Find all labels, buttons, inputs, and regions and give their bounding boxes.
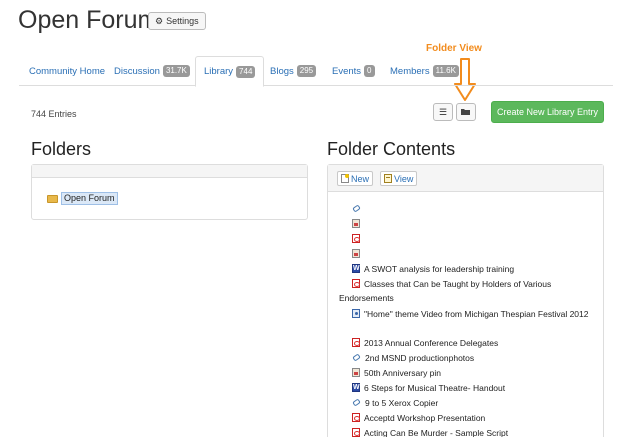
file-item[interactable] (339, 218, 601, 232)
folder-open-icon (461, 109, 470, 115)
file-item[interactable]: "Home" theme Video from Michigan Thespia… (339, 308, 601, 322)
file-item[interactable]: Classes that Can be Taught by Holders of… (339, 278, 601, 305)
file-name: 9 to 5 Xerox Copier (365, 398, 439, 408)
tab-community-home[interactable]: Community Home (21, 56, 113, 86)
folder-contents-panel: New View A SWOT analysis for leadership … (327, 164, 604, 437)
file-item[interactable]: 9 to 5 Xerox Copier (339, 397, 601, 411)
file-item[interactable]: Acceptd Workshop Presentation (339, 412, 601, 426)
tab-events[interactable]: Events 0 (324, 56, 383, 86)
count-badge: 744 (236, 65, 256, 78)
gear-icon: ⚙ (155, 16, 164, 26)
file-item[interactable] (339, 203, 601, 217)
contents-toolbar: New View (328, 165, 603, 192)
tab-label: Blogs (270, 65, 294, 77)
file-name: 2nd MSND productionphotos (365, 353, 475, 363)
file-name: 2013 Annual Conference Delegates (364, 338, 499, 348)
tab-library[interactable]: Library 744 (195, 56, 265, 87)
tab-label: Events (332, 65, 362, 77)
word-doc-icon (352, 381, 360, 395)
pdf-icon (352, 234, 360, 243)
settings-label: Settings (166, 16, 199, 26)
folder-contents-heading: Folder Contents (327, 139, 456, 159)
pdf-icon (352, 428, 360, 437)
tab-blogs[interactable]: Blogs 295 (262, 56, 324, 86)
link-icon (352, 398, 361, 407)
view-label: View (394, 173, 414, 184)
file-item[interactable]: 2013 Annual Conference Delegates (339, 337, 601, 351)
pdf-icon (352, 338, 360, 347)
tab-discussion[interactable]: Discussion 31.7K (106, 56, 198, 86)
file-name: A SWOT analysis for leadership training (364, 264, 515, 274)
folder-icon (47, 194, 58, 203)
file-item[interactable]: 2nd MSND productionphotos (339, 352, 601, 366)
image-file-icon (352, 368, 360, 377)
pdf-icon (352, 413, 360, 422)
view-button[interactable]: View (380, 171, 418, 186)
file-name: 6 Steps for Musical Theatre- Handout (364, 383, 506, 393)
folder-label: Open Forum (61, 192, 118, 205)
new-document-icon (341, 174, 349, 183)
count-badge: 295 (296, 65, 317, 77)
new-button[interactable]: New (337, 171, 374, 186)
view-document-icon (384, 174, 392, 183)
tab-label: Library (204, 66, 234, 77)
entries-count: 744 Entries (31, 109, 77, 119)
pdf-icon (352, 279, 360, 288)
count-badge: 0 (364, 65, 375, 77)
count-badge: 11.6K (432, 65, 459, 77)
file-item[interactable]: 50th Anniversary pin (339, 367, 601, 381)
word-doc-icon (352, 262, 360, 276)
page-title: Open Forum (18, 6, 159, 34)
settings-button[interactable]: ⚙ Settings (148, 12, 206, 30)
library-tabs: Community Home Discussion 31.7K Library … (19, 56, 613, 87)
folders-heading: Folders (31, 139, 92, 159)
folders-panel: Open Forum (31, 164, 308, 220)
tab-label: Discussion (114, 65, 160, 77)
folder-item-open-forum[interactable]: Open Forum (47, 192, 118, 205)
new-label: New (351, 173, 370, 184)
create-library-entry-button[interactable]: Create New Library Entry (491, 101, 604, 123)
tab-label: Members (390, 65, 430, 77)
file-item[interactable] (339, 233, 601, 247)
panel-header (32, 165, 307, 178)
file-name: "Home" theme Video from Michigan Thespia… (364, 309, 589, 319)
file-name: Classes that Can be Taught by Holders of… (339, 279, 552, 303)
link-icon (352, 204, 361, 213)
list-view-button[interactable]: ☰ (433, 103, 453, 121)
file-name: Acting Can Be Murder - Sample Script (364, 428, 509, 437)
link-icon (352, 353, 361, 362)
image-file-icon (352, 219, 360, 228)
file-item[interactable]: A SWOT analysis for leadership training (339, 262, 601, 277)
folder-view-annotation: Folder View (426, 43, 482, 54)
list-icon: ☰ (438, 106, 448, 117)
video-file-icon (352, 309, 360, 318)
file-name: Acceptd Workshop Presentation (364, 413, 486, 423)
count-badge: 31.7K (162, 65, 190, 77)
file-name: 50th Anniversary pin (364, 368, 442, 378)
folder-view-button[interactable] (456, 103, 476, 121)
image-file-icon (352, 249, 360, 258)
tab-label: Community Home (29, 65, 106, 77)
file-item[interactable] (339, 248, 601, 262)
tab-members[interactable]: Members 11.6K (382, 56, 467, 86)
file-item[interactable]: 6 Steps for Musical Theatre- Handout (339, 381, 601, 396)
file-item[interactable]: Acting Can Be Murder - Sample Script (339, 427, 601, 437)
